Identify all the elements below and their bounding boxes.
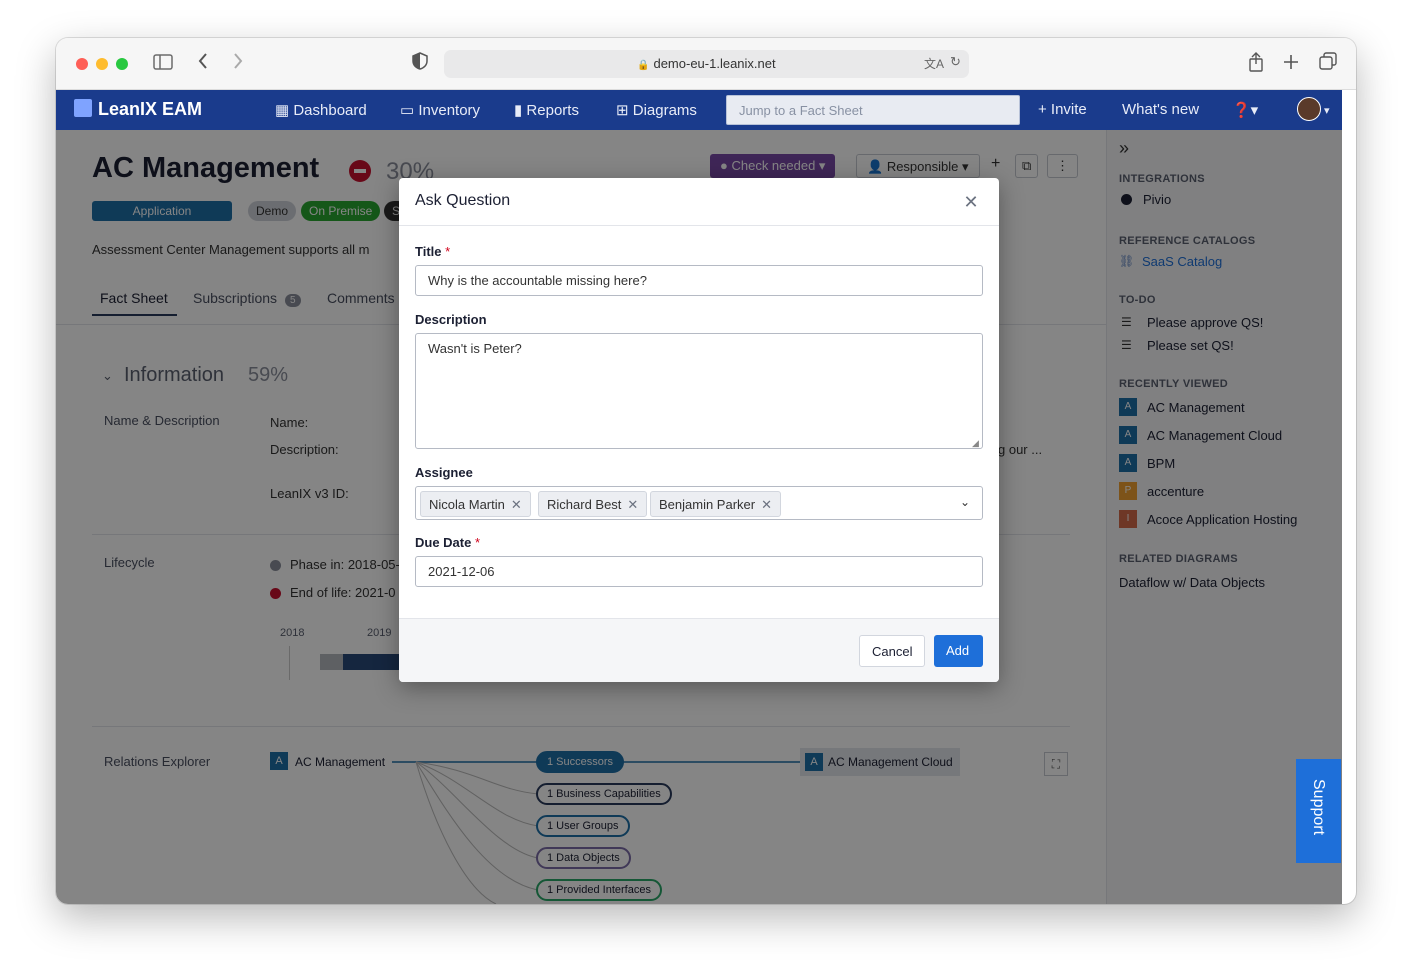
- reload-icon[interactable]: ↻: [950, 54, 961, 70]
- support-button[interactable]: Support: [1296, 759, 1341, 863]
- assignee-chip: Benjamin Parker ✕: [650, 491, 782, 517]
- due-date-label: Due Date *: [415, 535, 481, 550]
- assignee-select[interactable]: Nicola Martin ✕ Richard Best ✕ Benjamin Pa…: [415, 486, 983, 520]
- nav-dashboard[interactable]: ▦ Dashboard: [275, 101, 367, 119]
- resize-handle-icon[interactable]: ◢: [972, 438, 979, 449]
- sidebar-toggle-icon[interactable]: [151, 52, 175, 76]
- due-date-input[interactable]: 2021-12-06: [415, 556, 983, 587]
- description-textarea[interactable]: Wasn't is Peter?: [415, 333, 983, 449]
- whats-new-link[interactable]: What's new: [1122, 101, 1199, 118]
- new-tab-icon[interactable]: [1279, 52, 1303, 76]
- lock-icon: 🔒: [637, 60, 650, 71]
- minimize-window-button[interactable]: [96, 58, 108, 70]
- chevron-down-icon[interactable]: ⌄: [960, 495, 970, 509]
- back-icon[interactable]: [191, 52, 215, 76]
- add-button[interactable]: Add: [934, 635, 983, 667]
- title-label: Title *: [415, 244, 451, 259]
- remove-chip-icon[interactable]: ✕: [761, 497, 772, 512]
- help-icon[interactable]: ❓▾: [1232, 101, 1258, 119]
- remove-chip-icon[interactable]: ✕: [511, 497, 522, 512]
- title-input[interactable]: Why is the accountable missing here?: [415, 265, 983, 296]
- browser-window: 🔒 demo-eu-1.leanix.net 文A ↻ LeanIX EAM ▦…: [56, 38, 1356, 904]
- assignee-chip: Nicola Martin ✕: [420, 491, 531, 517]
- dialog-footer: Cancel Add: [399, 618, 999, 682]
- assignee-chip: Richard Best ✕: [538, 491, 648, 517]
- grid-icon: ▦: [275, 102, 294, 119]
- url-text: demo-eu-1.leanix.net: [653, 56, 776, 71]
- close-window-button[interactable]: [76, 58, 88, 70]
- chevron-down-icon[interactable]: ▾: [1324, 104, 1330, 117]
- leanix-logo-icon: [74, 99, 92, 117]
- app-navbar: LeanIX EAM ▦ Dashboard ▭ Inventory ▮ Rep…: [56, 90, 1342, 130]
- address-bar[interactable]: 🔒 demo-eu-1.leanix.net 文A ↻: [444, 50, 969, 78]
- dialog-title: Ask Question: [415, 192, 511, 209]
- ask-question-dialog: Ask Question ✕ Title * Why is the accoun…: [399, 178, 999, 682]
- cancel-button[interactable]: Cancel: [859, 635, 925, 667]
- zoom-window-button[interactable]: [116, 58, 128, 70]
- remove-chip-icon[interactable]: ✕: [627, 497, 638, 512]
- privacy-shield-icon[interactable]: [408, 52, 432, 76]
- bar-chart-icon: ▮: [514, 102, 527, 119]
- diagram-icon: ⊞: [616, 102, 633, 119]
- fact-sheet-search-input[interactable]: Jump to a Fact Sheet: [726, 95, 1020, 125]
- share-icon[interactable]: [1244, 52, 1268, 76]
- nav-diagrams[interactable]: ⊞ Diagrams: [616, 101, 697, 119]
- assignee-label: Assignee: [415, 465, 473, 480]
- translate-icon[interactable]: 文A: [924, 55, 944, 72]
- nav-inventory[interactable]: ▭ Inventory: [400, 101, 480, 119]
- tab-overview-icon[interactable]: [1316, 52, 1340, 76]
- invite-button[interactable]: + Invite: [1038, 101, 1087, 118]
- browser-toolbar: 🔒 demo-eu-1.leanix.net 文A ↻: [56, 38, 1356, 90]
- required-asterisk: *: [445, 244, 451, 259]
- avatar[interactable]: [1297, 97, 1321, 121]
- required-asterisk: *: [474, 535, 481, 550]
- description-label: Description: [415, 312, 487, 327]
- inventory-icon: ▭: [400, 102, 419, 119]
- app-logo[interactable]: LeanIX EAM: [74, 99, 202, 120]
- nav-reports[interactable]: ▮ Reports: [514, 101, 579, 119]
- close-icon[interactable]: ✕: [961, 192, 981, 212]
- dialog-header: Ask Question ✕: [399, 178, 999, 226]
- forward-icon[interactable]: [226, 52, 250, 76]
